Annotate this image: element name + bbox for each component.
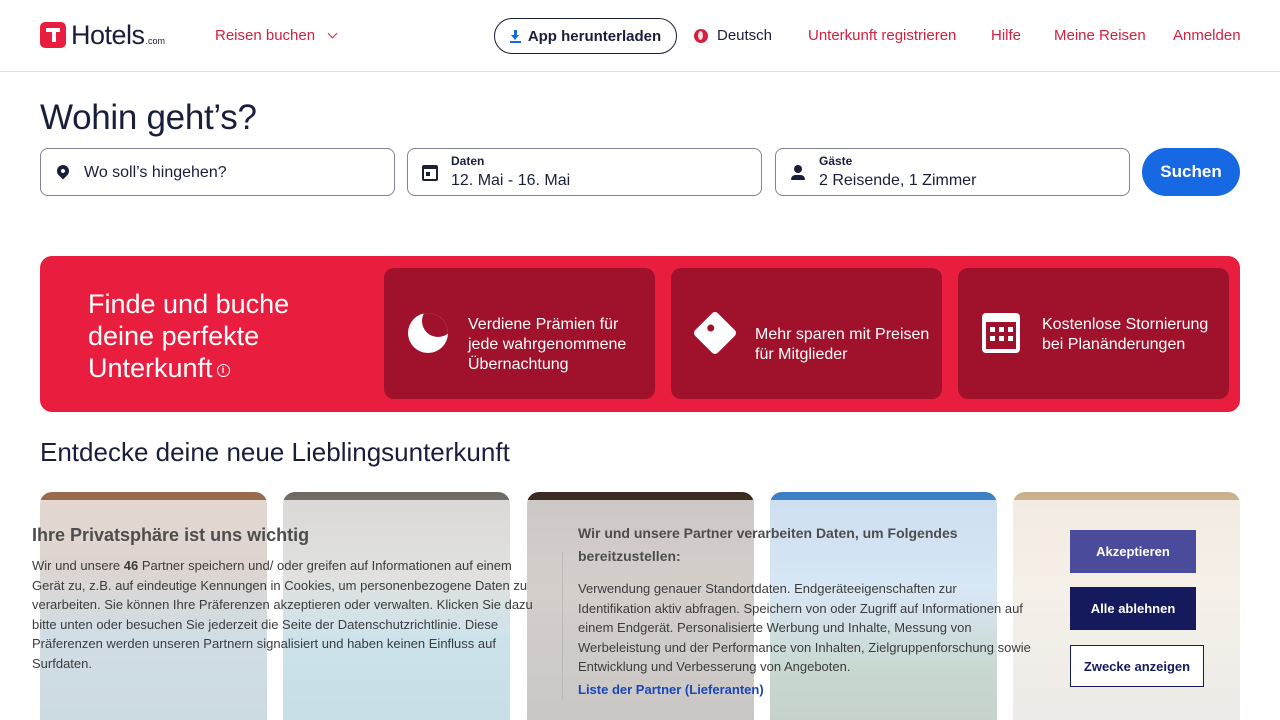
show-purposes-button[interactable]: Zwecke anzeigen: [1070, 645, 1204, 687]
download-icon: [509, 29, 521, 43]
download-app-label: App herunterladen: [527, 27, 662, 45]
guests-field[interactable]: Gäste 2 Reisende, 1 Zimmer: [775, 148, 1130, 196]
partner-count: 46: [123, 558, 139, 573]
chevron-down-icon: [327, 28, 338, 39]
logo-suffix: .com: [145, 36, 166, 46]
purposes-heading: Wir und unsere Partner verarbeiten Daten…: [578, 525, 958, 564]
sign-in-link[interactable]: Anmelden: [1173, 27, 1241, 44]
cookie-body-suffix: Partner speichern und/ oder greifen auf …: [32, 558, 533, 671]
language-selector[interactable]: Deutsch: [694, 27, 772, 44]
language-label: Deutsch: [717, 27, 773, 44]
person-icon: [790, 164, 806, 181]
promo-card-member-prices: Mehr sparen mit Preisen für Mitglieder: [671, 268, 942, 399]
calendar-icon: [982, 313, 1022, 353]
promo-title: Finde und buche deine perfekte Unterkunf…: [88, 288, 338, 384]
info-icon[interactable]: i: [216, 364, 230, 377]
dates-label: Daten: [451, 154, 485, 168]
download-app-button[interactable]: App herunterladen: [494, 18, 677, 54]
search-button[interactable]: Suchen: [1142, 148, 1240, 196]
hotels-logo[interactable]: Hotels .com: [40, 20, 166, 50]
book-trips-menu[interactable]: Reisen buchen: [215, 27, 338, 44]
promo-card-rewards: Verdiene Prämien für jede wahrgenommene …: [384, 268, 655, 399]
page-title: Wohin geht’s?: [40, 98, 257, 137]
dates-value: 12. Mai - 16. Mai: [451, 172, 571, 189]
cookie-title: Ihre Privatsphäre ist uns wichtig: [32, 525, 310, 545]
destination-field[interactable]: Wo soll’s hingehen?: [40, 148, 395, 196]
hotels-logo-icon: [40, 22, 66, 48]
destination-placeholder: Wo soll’s hingehen?: [84, 164, 227, 181]
dates-field[interactable]: Daten 12. Mai - 16. Mai: [407, 148, 762, 196]
promo-card-text: Verdiene Prämien für jede wahrgenommene …: [468, 316, 627, 373]
accept-button[interactable]: Akzeptieren: [1070, 530, 1196, 573]
my-trips-link[interactable]: Meine Reisen: [1054, 27, 1146, 44]
book-trips-label: Reisen buchen: [215, 27, 316, 44]
discover-heading: Entdecke deine neue Lieblingsunterkunft: [40, 437, 510, 467]
reject-all-button[interactable]: Alle ablehnen: [1070, 587, 1196, 630]
guests-label: Gäste: [819, 154, 853, 168]
cookie-consent-banner: Ihre Privatsphäre ist uns wichtig Wir un…: [0, 500, 1280, 720]
calendar-icon: [422, 164, 438, 181]
top-header: Hotels .com Reisen buchen App herunterla…: [0, 0, 1280, 72]
promo-banner: Finde und buche deine perfekte Unterkunf…: [40, 256, 1240, 412]
cookie-divider: [562, 552, 563, 700]
globe-icon: [694, 28, 708, 43]
guests-value: 2 Reisende, 1 Zimmer: [819, 172, 977, 189]
promo-card-free-cancellation: Kostenlose Stornierung bei Planänderunge…: [958, 268, 1229, 399]
partners-list-link[interactable]: Liste der Partner (Lieferanten): [578, 682, 764, 697]
promo-title-text: Finde und buche deine perfekte Unterkunf…: [88, 289, 290, 383]
logo-text: Hotels: [71, 20, 145, 50]
moon-icon: [408, 313, 448, 353]
tag-icon: [692, 310, 738, 356]
cookie-body-prefix: Wir und unsere: [32, 558, 124, 573]
purposes-text: Verwendung genauer Standortdaten. Endger…: [578, 581, 1031, 674]
help-link[interactable]: Hilfe: [991, 27, 1021, 44]
register-property-link[interactable]: Unterkunft registrieren: [808, 27, 956, 44]
promo-card-text: Kostenlose Stornierung bei Planänderunge…: [1042, 316, 1209, 353]
cookie-body: Wir und unsere 46 Partner speichern und/…: [32, 556, 542, 673]
location-pin-icon: [54, 162, 72, 180]
promo-card-text: Mehr sparen mit Preisen für Mitglieder: [755, 326, 930, 363]
